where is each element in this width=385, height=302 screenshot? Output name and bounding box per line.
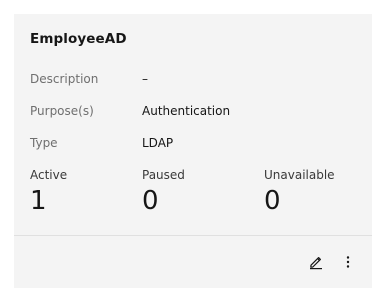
active-label: Active — [30, 168, 68, 182]
card-body: EmployeeAD Description – Purpose(s) Auth… — [14, 14, 372, 235]
overflow-menu-vertical-icon — [340, 254, 356, 270]
paused-count: 0 — [142, 186, 159, 216]
unavailable-label: Unavailable — [264, 168, 335, 182]
edit-button[interactable] — [302, 248, 330, 276]
card-title: EmployeeAD — [30, 31, 127, 47]
description-label: Description — [30, 72, 99, 86]
pencil-edit-icon — [308, 254, 324, 270]
overflow-menu-button[interactable] — [334, 248, 362, 276]
type-label: Type — [30, 136, 58, 150]
active-count: 1 — [30, 186, 47, 216]
type-value: LDAP — [142, 136, 174, 150]
unavailable-count: 0 — [264, 186, 281, 216]
description-value: – — [142, 72, 148, 86]
purpose-value: Authentication — [142, 104, 231, 118]
purpose-label: Purpose(s) — [30, 104, 94, 118]
connection-card: EmployeeAD Description – Purpose(s) Auth… — [14, 14, 372, 288]
paused-label: Paused — [142, 168, 185, 182]
card-footer — [14, 236, 372, 288]
